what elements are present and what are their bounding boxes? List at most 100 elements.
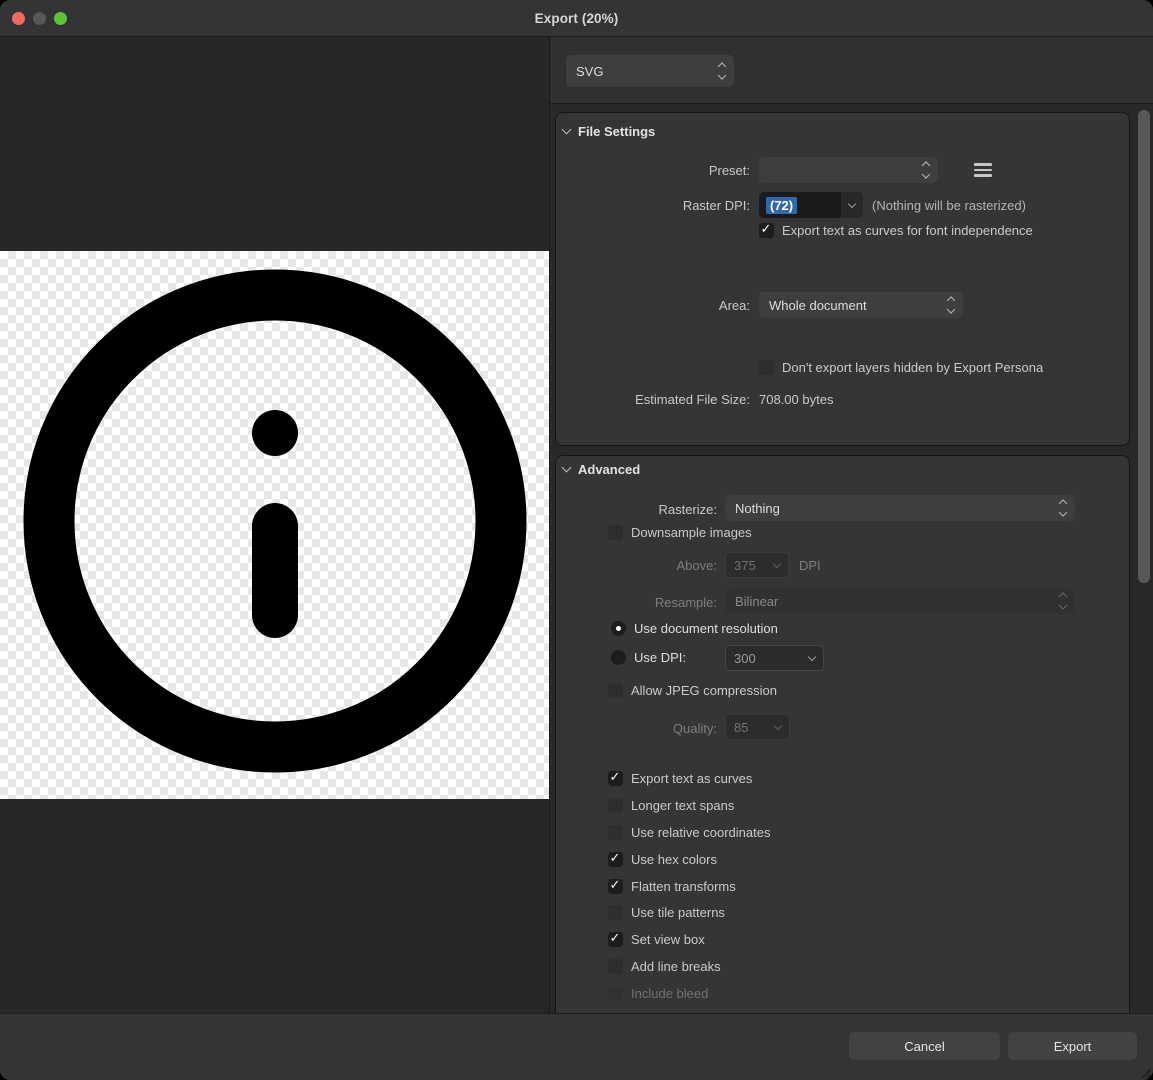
chevron-down-icon [767,715,789,739]
advanced-section: Advanced Rasterize: Nothing Downsample i… [555,455,1130,1013]
allow-jpeg-checkbox[interactable] [608,683,623,698]
use-dpi-select[interactable]: 300 [725,645,824,671]
file-format-value: SVG [576,64,603,79]
title-bar: Export (20%) [0,0,1153,37]
chevron-updown-icon [923,163,929,178]
above-dpi-select: 375 [725,552,789,578]
estimated-size-label: Estimated File Size: [580,392,750,407]
option-checkbox[interactable] [608,852,623,867]
format-strip: SVG [550,37,1153,104]
option-checkbox[interactable] [608,879,623,894]
option-checkbox[interactable] [608,771,623,786]
dialog-footer: Cancel Export [0,1013,1153,1080]
preset-select[interactable] [759,157,938,183]
export-settings-pane: SVG File Settings Preset: Raster D [549,37,1153,1013]
option-label: Flatten transforms [631,879,736,894]
option-label: Include bleed [631,986,708,1001]
dont-export-hidden-row: Don't export layers hidden by Export Per… [759,360,1043,375]
raster-dpi-field: (72) [759,192,863,218]
area-select[interactable]: Whole document [759,292,963,318]
allow-jpeg-label: Allow JPEG compression [631,683,777,698]
above-dpi-value: 375 [726,553,766,577]
chevron-updown-icon [1060,594,1066,609]
raster-dpi-note: (Nothing will be rasterized) [872,198,1026,213]
rasterize-label: Rasterize: [550,502,717,517]
use-doc-resolution-radio[interactable] [611,621,626,636]
preset-label: Preset: [580,163,750,178]
resample-label: Resample: [550,595,717,610]
option-label: Use tile patterns [631,905,725,920]
chevron-updown-icon [1060,501,1066,516]
option-checkbox[interactable] [608,798,623,813]
option-checkbox[interactable] [608,959,623,974]
collapse-chevron-icon [562,463,572,473]
resize-grip[interactable] [1139,1066,1151,1078]
option-checkbox [608,986,623,1001]
chevron-updown-icon [948,298,954,313]
file-format-select[interactable]: SVG [566,55,734,87]
option-export-text-as-curves: Export text as curves [608,771,752,786]
option-checkbox[interactable] [608,825,623,840]
preset-menu-button[interactable] [974,163,992,177]
file-settings-header[interactable]: File Settings [563,124,655,139]
option-label: Add line breaks [631,959,721,974]
estimated-size-value: 708.00 bytes [759,392,833,407]
chevron-down-icon [801,646,823,670]
resample-value: Bilinear [735,594,778,609]
dont-export-hidden-checkbox[interactable] [759,360,774,375]
above-dpi-suffix: DPI [799,558,821,573]
raster-dpi-label: Raster DPI: [580,198,750,213]
use-dpi-label: Use DPI: [634,650,686,665]
area-value: Whole document [769,298,867,313]
use-dpi-row: Use DPI: [611,650,686,665]
settings-scroll-area[interactable]: File Settings Preset: Raster DPI: (72) [550,104,1153,1013]
export-button[interactable]: Export [1008,1032,1137,1060]
downsample-checkbox[interactable] [608,525,623,540]
rasterize-select[interactable]: Nothing [725,495,1075,521]
raster-dpi-input[interactable]: (72) [759,192,840,218]
export-text-curves-font-row: Export text as curves for font independe… [759,223,1033,238]
use-dpi-radio[interactable] [611,650,626,665]
option-label: Use hex colors [631,852,717,867]
chevron-updown-icon [719,64,725,79]
option-set-view-box: Set view box [608,932,705,947]
export-preview-pane[interactable] [0,37,549,1013]
option-use-tile-patterns: Use tile patterns [608,905,725,920]
quality-select: 85 [725,714,790,740]
use-doc-resolution-label: Use document resolution [634,621,778,636]
option-label: Set view box [631,932,705,947]
raster-dpi-selected-text: (72) [766,197,797,214]
quality-value: 85 [726,715,767,739]
area-label: Area: [580,298,750,313]
option-longer-text-spans: Longer text spans [608,798,734,813]
advanced-header[interactable]: Advanced [563,462,640,477]
option-use-hex-colors: Use hex colors [608,852,717,867]
use-dpi-value: 300 [726,646,801,670]
transparency-checkerboard [0,251,549,799]
use-doc-resolution-row: Use document resolution [611,621,778,636]
export-text-curves-font-checkbox[interactable] [759,223,774,238]
resample-select: Bilinear [725,588,1075,614]
export-text-curves-font-label: Export text as curves for font independe… [782,223,1033,238]
window-title: Export (20%) [0,0,1153,37]
scrollbar-thumb[interactable] [1138,110,1150,583]
rasterize-value: Nothing [735,501,780,516]
downsample-label: Downsample images [631,525,752,540]
section-title: Advanced [578,462,640,477]
option-include-bleed: Include bleed [608,986,708,1001]
option-label: Export text as curves [631,771,752,786]
option-label: Longer text spans [631,798,734,813]
dont-export-hidden-label: Don't export layers hidden by Export Per… [782,360,1043,375]
above-label: Above: [550,558,717,573]
info-icon-preview [0,251,549,799]
section-title: File Settings [578,124,655,139]
option-add-line-breaks: Add line breaks [608,959,721,974]
export-dialog: Export (20%) SVG File Settings [0,0,1153,1080]
option-checkbox[interactable] [608,905,623,920]
option-checkbox[interactable] [608,932,623,947]
option-label: Use relative coordinates [631,825,770,840]
quality-label: Quality: [550,721,717,736]
raster-dpi-dropdown-button[interactable] [840,192,863,218]
cancel-button[interactable]: Cancel [849,1032,1000,1060]
collapse-chevron-icon [562,125,572,135]
